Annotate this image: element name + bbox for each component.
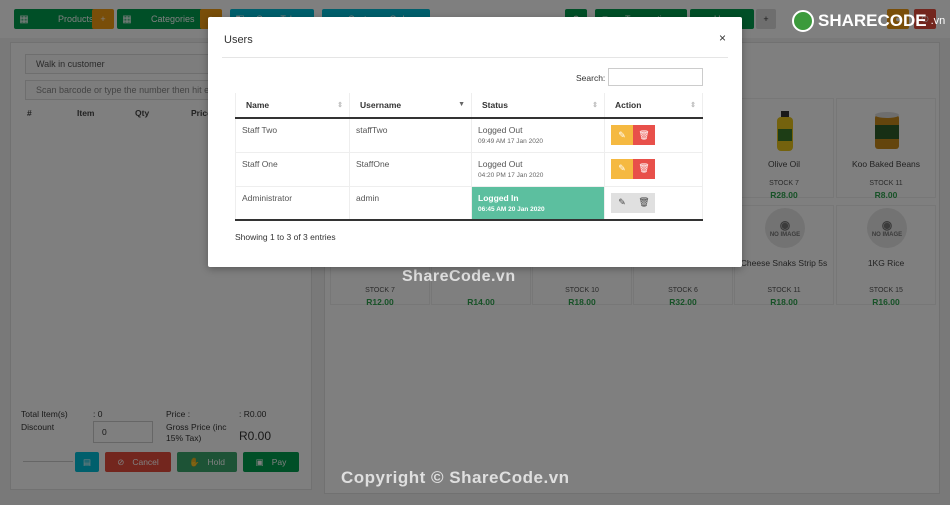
modal-divider <box>222 57 728 58</box>
col-status[interactable]: Status ⇕ <box>471 93 605 119</box>
edit-icon: ✎ <box>618 197 626 207</box>
edit-button[interactable]: ✎ <box>611 158 633 179</box>
logo-icon <box>792 10 814 32</box>
sort-desc-icon: ▼ <box>458 101 465 108</box>
col-name[interactable]: Name ⇕ <box>235 93 350 119</box>
user-actions: ✎ 🗑 <box>604 118 703 153</box>
user-actions: ✎ 🗑 <box>604 186 703 221</box>
col-status-label: Status <box>482 100 508 110</box>
sort-icon: ⇕ <box>592 102 598 109</box>
trash-icon: 🗑 <box>638 197 650 207</box>
user-name: Administrator <box>235 186 350 221</box>
brand-logo: SHARECODE .vn <box>792 10 945 32</box>
edit-button[interactable]: ✎ <box>611 125 633 145</box>
user-name: Staff Two <box>235 118 350 153</box>
search-input[interactable] <box>608 68 703 86</box>
user-name: Staff One <box>235 152 350 187</box>
col-username[interactable]: Username ▼ <box>349 93 472 119</box>
user-status: Logged Out 09:49 AM 17 Jan 2020 <box>471 118 605 153</box>
trash-icon: 🗑 <box>638 163 650 173</box>
modal-title: Users <box>224 34 253 46</box>
table-row: Staff One StaffOne Logged Out 04:20 PM 1… <box>235 152 703 187</box>
user-status: Logged In 06:45 AM 20 Jan 2020 <box>471 186 605 221</box>
delete-button[interactable]: 🗑 <box>633 125 655 145</box>
user-username: staffTwo <box>349 118 472 153</box>
status-text: Logged Out <box>478 125 523 135</box>
col-action[interactable]: Action ⇕ <box>604 93 703 119</box>
table-info: Showing 1 to 3 of 3 entries <box>235 232 336 242</box>
trash-icon: 🗑 <box>638 129 650 140</box>
status-time: 04:20 PM 17 Jan 2020 <box>478 171 544 179</box>
edit-icon: ✎ <box>618 129 626 140</box>
status-time: 06:45 AM 20 Jan 2020 <box>478 205 545 213</box>
table-row: Administrator admin Logged In 06:45 AM 2… <box>235 186 703 221</box>
table-row: Staff Two staffTwo Logged Out 09:49 AM 1… <box>235 118 703 153</box>
brand-suffix: .vn <box>930 15 946 27</box>
search-label: Search: <box>576 73 606 83</box>
user-username: StaffOne <box>349 152 472 187</box>
user-status: Logged Out 04:20 PM 17 Jan 2020 <box>471 152 605 187</box>
col-action-label: Action <box>615 100 642 110</box>
edit-icon: ✎ <box>618 163 626 173</box>
users-table: Name ⇕ Username ▼ Status ⇕ Action ⇕ Staff Tw… <box>235 93 703 221</box>
delete-button[interactable]: 🗑 <box>633 158 655 179</box>
status-text: Logged Out <box>478 158 523 169</box>
table-header-row: Name ⇕ Username ▼ Status ⇕ Action ⇕ <box>235 93 703 119</box>
sort-icon: ⇕ <box>690 102 696 109</box>
col-name-label: Name <box>246 100 270 110</box>
close-icon[interactable]: × <box>719 31 726 45</box>
col-username-label: Username <box>360 100 402 110</box>
sort-icon: ⇕ <box>337 102 343 109</box>
watermark-bottom: Copyright © ShareCode.vn <box>341 468 570 487</box>
status-text: Logged In <box>478 192 519 203</box>
user-actions: ✎ 🗑 <box>604 152 703 187</box>
users-modal: Users × Search: Name ⇕ Username ▼ Status ⇕ … <box>208 17 742 267</box>
user-username: admin <box>349 186 472 221</box>
delete-button[interactable]: 🗑 <box>633 192 655 213</box>
status-time: 09:49 AM 17 Jan 2020 <box>478 138 544 145</box>
brand-name: SHARECODE <box>818 11 927 30</box>
edit-button[interactable]: ✎ <box>611 192 633 213</box>
watermark-center: ShareCode.vn <box>402 268 516 285</box>
